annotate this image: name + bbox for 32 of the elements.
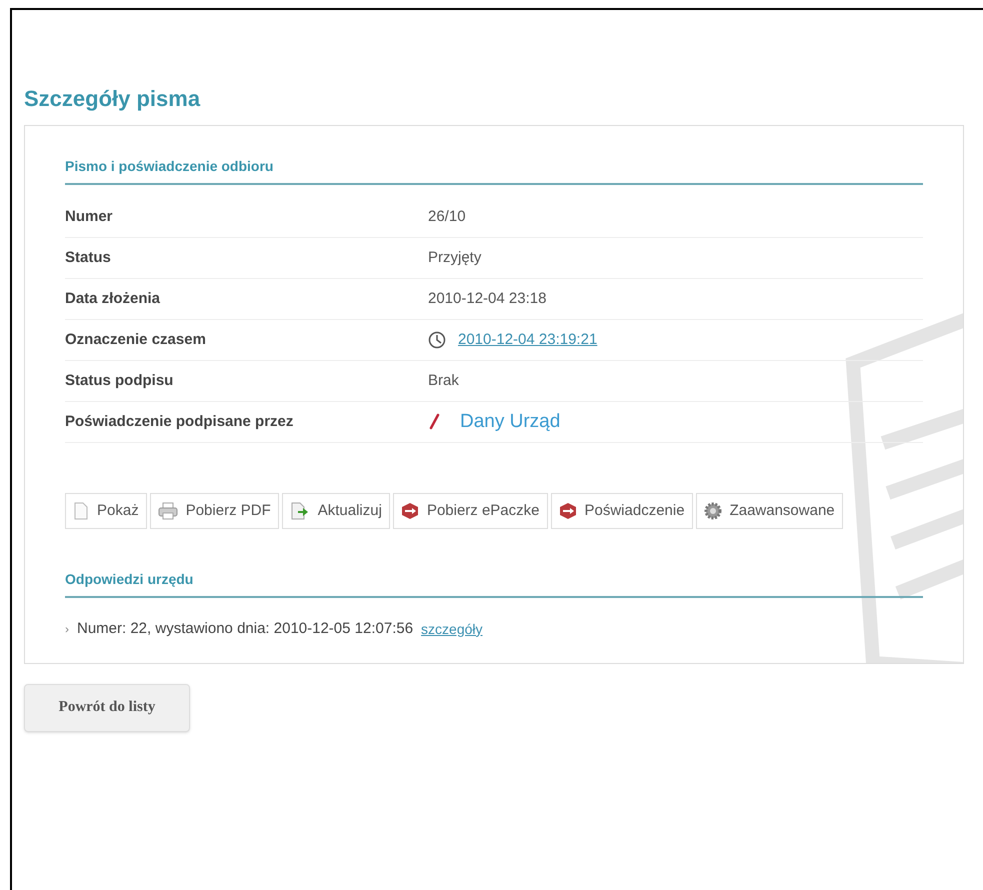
timestamp-link[interactable]: 2010-12-04 23:19:21 <box>458 328 598 352</box>
page-icon <box>73 502 89 520</box>
details-link[interactable]: szczegóły <box>421 618 483 640</box>
action-button[interactable]: Pobierz PDF <box>150 493 279 529</box>
back-button[interactable]: Powrót do listy <box>24 684 190 732</box>
pen-icon <box>428 413 440 431</box>
action-button[interactable]: Aktualizuj <box>282 493 390 529</box>
package-icon <box>558 502 576 520</box>
bullet-marker: › <box>65 621 69 638</box>
field-label: Status podpisu <box>65 370 174 391</box>
document-arrow-icon <box>290 502 310 520</box>
field-value: 2010-12-04 23:18 <box>428 288 546 309</box>
field-label: Data złożenia <box>65 288 162 309</box>
action-button[interactable]: Pokaż <box>65 493 147 529</box>
package-icon <box>400 502 419 520</box>
section-heading: Odpowiedzi urzędu <box>65 569 923 598</box>
printer-icon <box>158 502 178 520</box>
field-value: Brak <box>428 370 459 391</box>
field-label: Oznaczenie czasem <box>65 330 207 350</box>
action-button[interactable]: Poświadczenie <box>550 493 693 529</box>
section-heading: Pismo i poświadczenie odbioru <box>65 156 923 185</box>
action-button[interactable]: Zaawansowane <box>696 493 843 529</box>
action-button[interactable]: Pobierz ePaczke <box>392 493 548 529</box>
response-text: Numer: 22, wystawiono dnia: 2010-12-05 12:07:56 <box>77 619 414 639</box>
field-label: Numer <box>65 206 114 227</box>
page-title: Szczegóły pisma <box>24 85 202 113</box>
field-value: Przyjęty <box>428 248 482 268</box>
field-value: 26/10 <box>428 206 466 227</box>
clock-icon <box>428 331 446 349</box>
field-label: Poświadczenie podpisane przez <box>65 412 294 432</box>
gear-icon <box>704 502 722 520</box>
field-label: Status <box>65 248 112 268</box>
